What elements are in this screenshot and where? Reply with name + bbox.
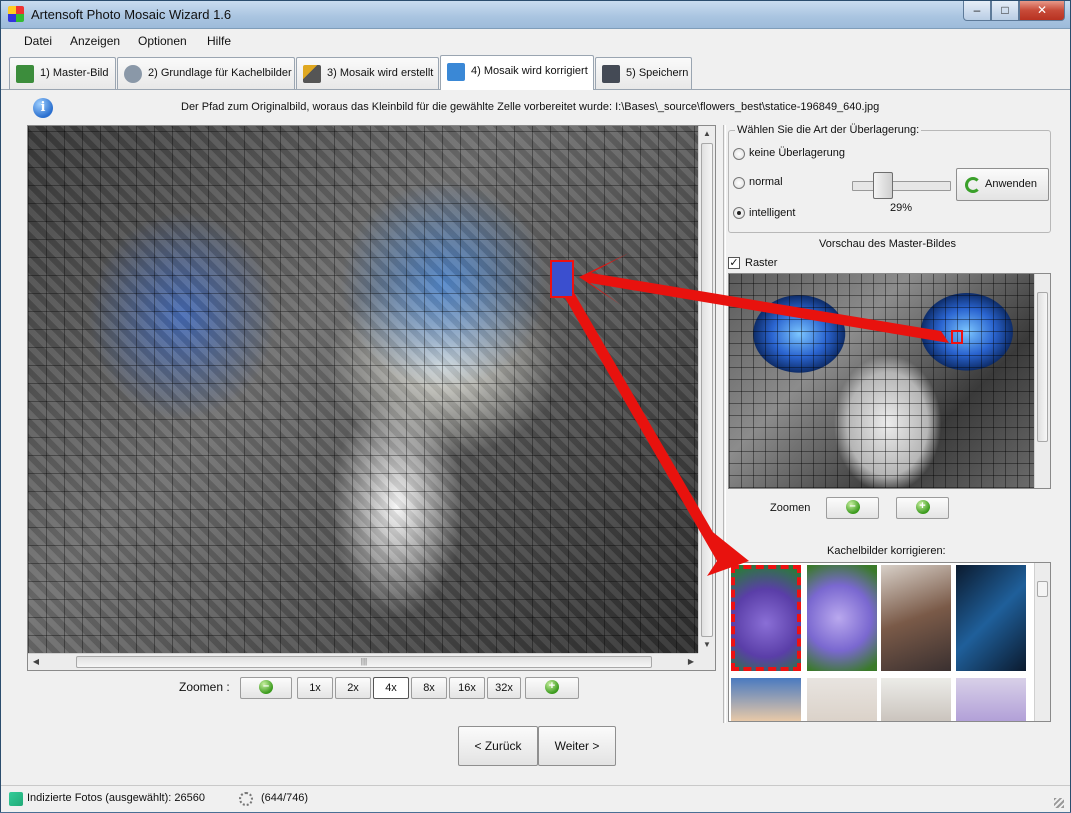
mosaic-viewport[interactable]: ▲ ▼ ◀ ||| ▶ bbox=[27, 125, 716, 671]
info-icon: i bbox=[33, 98, 53, 118]
menu-datei[interactable]: Datei bbox=[24, 34, 52, 48]
window-title: Artensoft Photo Mosaic Wizard 1.6 bbox=[31, 7, 232, 22]
database-add-icon bbox=[124, 65, 142, 83]
scroll-down-icon[interactable]: ▼ bbox=[699, 637, 715, 653]
plus-icon: + bbox=[545, 680, 559, 695]
overlay-slider-thumb[interactable] bbox=[873, 172, 893, 199]
scroll-up-icon[interactable]: ▲ bbox=[699, 126, 715, 142]
zoom-8x-button[interactable]: 8x bbox=[411, 677, 447, 699]
preview-cell-marker bbox=[951, 330, 963, 344]
zoom-16x-button[interactable]: 16x bbox=[449, 677, 485, 699]
title-bar[interactable]: Artensoft Photo Mosaic Wizard 1.6 – □ ✕ bbox=[1, 1, 1070, 29]
photos-icon bbox=[9, 792, 23, 806]
close-button[interactable]: ✕ bbox=[1019, 1, 1065, 21]
scroll-right-icon[interactable]: ▶ bbox=[683, 654, 699, 670]
tile-candidate[interactable] bbox=[731, 678, 801, 721]
tiles-scrollbar[interactable] bbox=[1034, 563, 1050, 721]
scroll-thumb[interactable] bbox=[1037, 292, 1048, 442]
radio-label: keine Überlagerung bbox=[749, 147, 846, 159]
radio-intelligent[interactable] bbox=[733, 207, 745, 219]
tab-label: 2) Grundlage für Kachelbilder bbox=[148, 67, 292, 79]
zoom-32x-button[interactable]: 32x bbox=[487, 677, 521, 699]
minus-icon: – bbox=[259, 680, 273, 695]
tile-candidate[interactable] bbox=[956, 565, 1026, 671]
minimize-button[interactable]: – bbox=[963, 1, 991, 21]
tab-label: 4) Mosaik wird korrigiert bbox=[471, 65, 588, 77]
overlay-slider-track[interactable] bbox=[852, 181, 951, 191]
tab-label: 3) Mosaik wird erstellt bbox=[327, 67, 434, 79]
cube-icon bbox=[447, 63, 465, 81]
preview-zoom-label: Zoomen bbox=[770, 502, 811, 514]
preview-zoom-out-button[interactable]: – bbox=[826, 497, 879, 519]
preview-scrollbar[interactable] bbox=[1034, 274, 1050, 488]
master-preview-image[interactable] bbox=[729, 274, 1034, 488]
next-button[interactable]: Weiter > bbox=[538, 726, 616, 766]
radio-label: normal bbox=[749, 176, 783, 188]
back-button[interactable]: < Zurück bbox=[458, 726, 538, 766]
tab-mosaik-erstellt[interactable]: 3) Mosaik wird erstellt bbox=[296, 57, 439, 89]
scroll-corner bbox=[698, 653, 715, 670]
status-bar: Indizierte Fotos (ausgewählt): 26560 (64… bbox=[1, 785, 1070, 812]
apply-button[interactable]: Anwenden bbox=[956, 168, 1049, 201]
panel-splitter[interactable] bbox=[723, 125, 726, 723]
mosaic-image[interactable] bbox=[28, 126, 699, 654]
source-path-text: Der Pfad zum Originalbild, woraus das Kl… bbox=[181, 101, 880, 113]
scroll-left-icon[interactable]: ◀ bbox=[28, 654, 44, 670]
scroll-thumb[interactable] bbox=[1037, 581, 1048, 597]
floppy-disk-icon bbox=[602, 65, 620, 83]
preview-zoom-in-button[interactable]: + bbox=[896, 497, 949, 519]
progress-status: (644/746) bbox=[261, 792, 309, 804]
tab-speichern[interactable]: 5) Speichern bbox=[595, 57, 692, 89]
radio-keine-ueberlagerung[interactable] bbox=[733, 148, 745, 160]
loading-spinner-icon bbox=[239, 792, 253, 806]
image-icon bbox=[16, 65, 34, 83]
maximize-button[interactable]: □ bbox=[991, 1, 1019, 21]
tile-candidate[interactable] bbox=[956, 678, 1026, 721]
tile-candidate[interactable] bbox=[807, 678, 877, 721]
radio-normal[interactable] bbox=[733, 177, 745, 189]
tab-mosaik-korrigiert[interactable]: 4) Mosaik wird korrigiert bbox=[440, 55, 594, 90]
tab-master-bild[interactable]: 1) Master-Bild bbox=[9, 57, 116, 89]
indexed-photos-status: Indizierte Fotos (ausgewählt): 26560 bbox=[27, 792, 205, 804]
apply-label: Anwenden bbox=[985, 178, 1037, 190]
refresh-icon bbox=[965, 177, 981, 193]
menu-hilfe[interactable]: Hilfe bbox=[207, 34, 231, 48]
plus-icon: + bbox=[915, 500, 930, 515]
app-window: Artensoft Photo Mosaic Wizard 1.6 – □ ✕ … bbox=[0, 0, 1071, 812]
menu-optionen[interactable]: Optionen bbox=[138, 34, 187, 48]
overlay-group-title: Wählen Sie die Art der Überlagerung: bbox=[735, 124, 922, 136]
menu-bar: Datei Anzeigen Optionen Hilfe bbox=[1, 30, 1070, 52]
tab-label: 5) Speichern bbox=[626, 67, 689, 79]
mosaic-zoom-out-button[interactable]: – bbox=[240, 677, 292, 699]
mosaic-vertical-scrollbar[interactable]: ▲ ▼ bbox=[698, 126, 715, 654]
tab-label: 1) Master-Bild bbox=[40, 67, 109, 79]
app-icon bbox=[8, 6, 24, 22]
tile-candidate[interactable] bbox=[881, 678, 951, 721]
tile-candidate[interactable] bbox=[881, 565, 951, 671]
tab-kachelbilder[interactable]: 2) Grundlage für Kachelbilder bbox=[117, 57, 295, 89]
tile-candidate[interactable] bbox=[807, 565, 877, 671]
grid-checkbox[interactable]: ✓ bbox=[728, 257, 740, 269]
overlay-percent: 29% bbox=[890, 202, 913, 214]
radio-label: intelligent bbox=[749, 207, 796, 219]
tile-picker[interactable] bbox=[728, 562, 1051, 722]
magic-wand-icon bbox=[303, 65, 321, 83]
preview-title: Vorschau des Master-Bildes bbox=[819, 238, 956, 250]
zoom-2x-button[interactable]: 2x bbox=[335, 677, 371, 699]
mosaic-zoom-label: Zoomen : bbox=[179, 680, 230, 694]
mosaic-horizontal-scrollbar[interactable]: ◀ ||| ▶ bbox=[28, 653, 699, 670]
menu-anzeigen[interactable]: Anzeigen bbox=[70, 34, 120, 48]
tiles-title: Kachelbilder korrigieren: bbox=[827, 545, 946, 557]
tile-candidate[interactable] bbox=[731, 565, 801, 671]
scroll-thumb[interactable]: ||| bbox=[76, 656, 652, 668]
scroll-thumb[interactable] bbox=[701, 143, 713, 637]
selected-mosaic-cell[interactable] bbox=[550, 260, 574, 298]
mosaic-zoom-in-button[interactable]: + bbox=[525, 677, 579, 699]
minus-icon: – bbox=[845, 500, 860, 515]
master-preview[interactable] bbox=[728, 273, 1051, 489]
resize-grip-icon[interactable] bbox=[1054, 798, 1064, 808]
zoom-4x-button[interactable]: 4x bbox=[373, 677, 409, 699]
grid-checkbox-label: Raster bbox=[745, 257, 778, 269]
zoom-1x-button[interactable]: 1x bbox=[297, 677, 333, 699]
